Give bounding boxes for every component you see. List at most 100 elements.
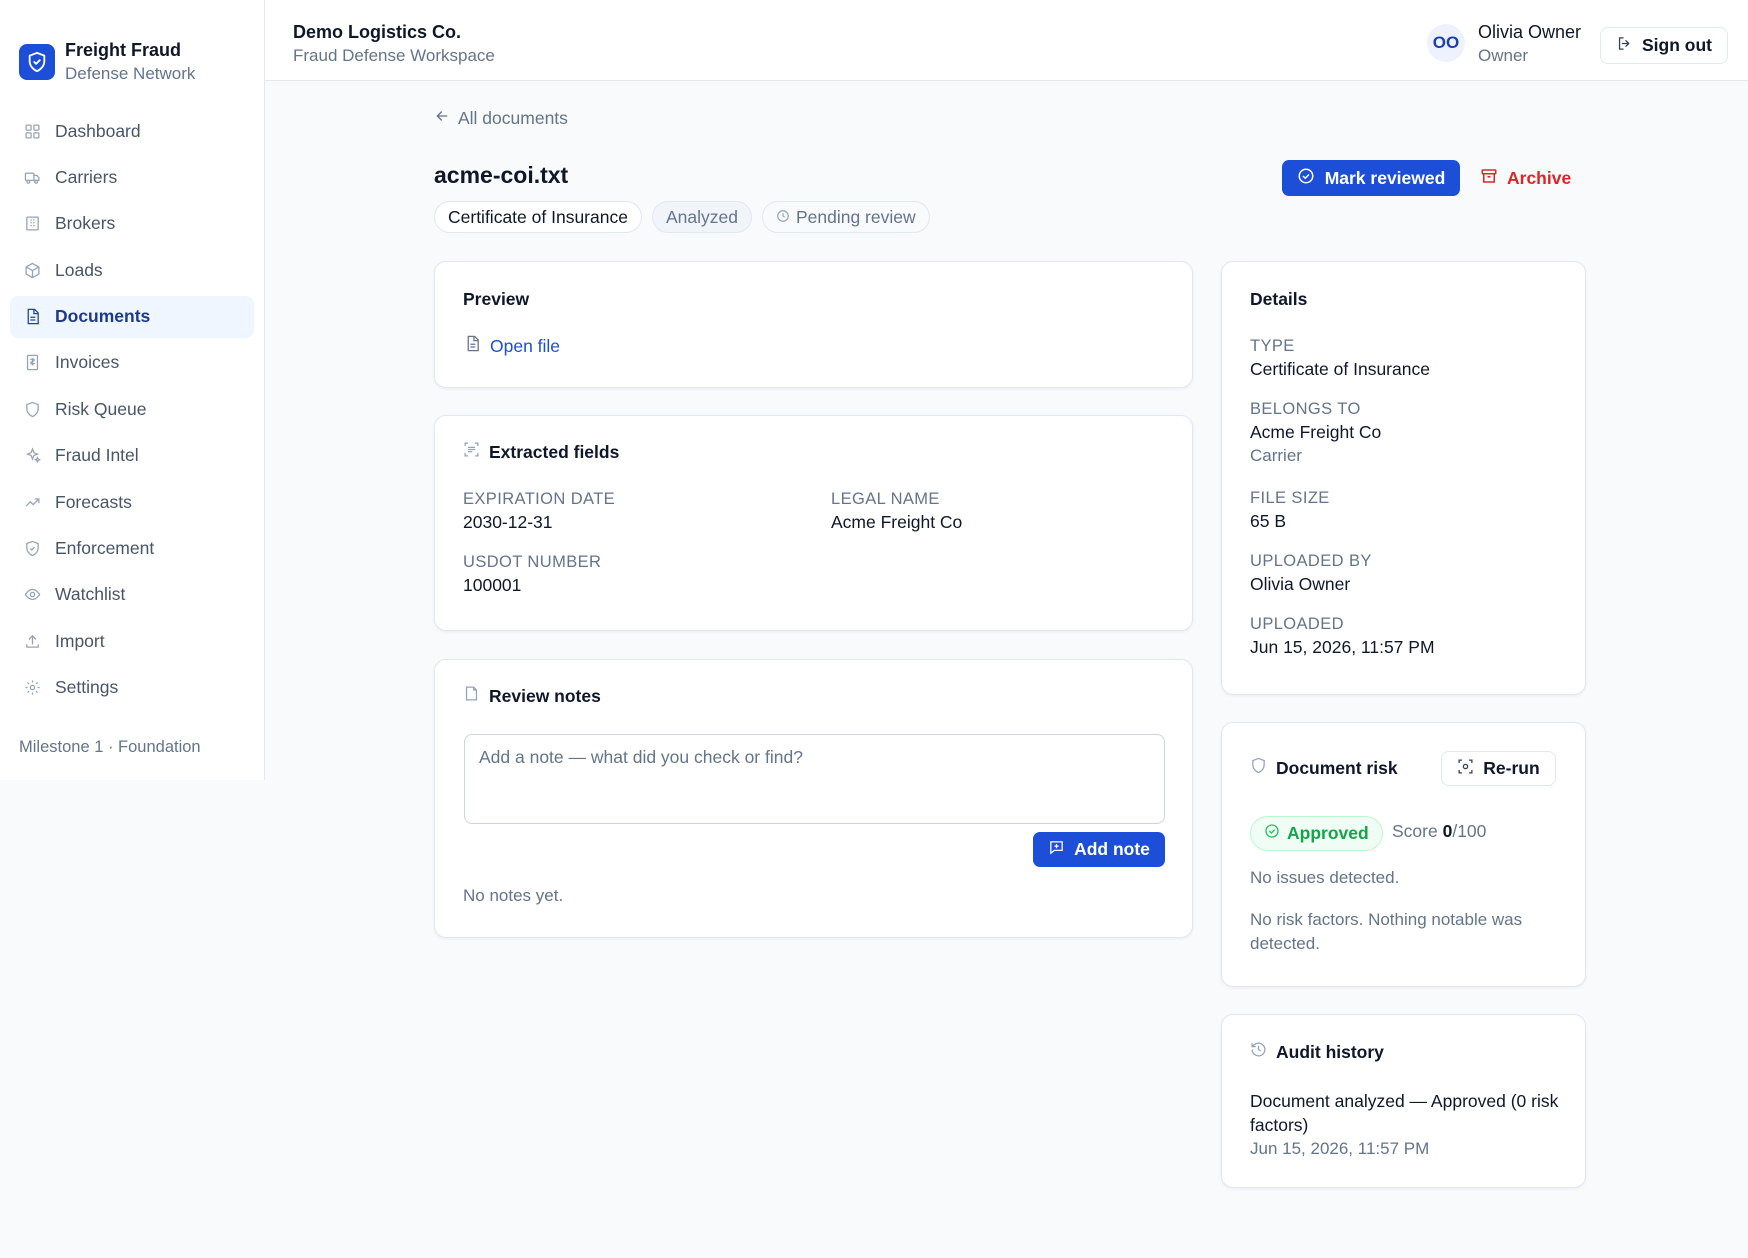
note-icon [463, 685, 480, 707]
sidebar-item-brokers[interactable]: Brokers [10, 203, 254, 245]
invoice-icon [23, 354, 41, 372]
risk-title: Document risk [1276, 757, 1398, 778]
log-out-icon [1616, 35, 1633, 57]
message-plus-icon [1048, 839, 1065, 861]
sidebar-item-label: Loads [55, 259, 103, 280]
note-input[interactable] [464, 734, 1165, 824]
mark-reviewed-label: Mark reviewed [1324, 167, 1446, 188]
brand-subtitle: Defense Network [65, 64, 196, 83]
file-icon [464, 335, 481, 357]
back-link[interactable]: All documents [434, 108, 568, 129]
detail-value-link[interactable]: Acme Freight Co [1250, 420, 1381, 444]
add-note-label: Add note [1074, 839, 1150, 859]
review-badge-label: Pending review [795, 206, 916, 227]
shield-check-icon [23, 540, 41, 558]
re-run-label: Re-run [1483, 758, 1540, 778]
sidebar-item-enforcement[interactable]: Enforcement [10, 528, 254, 570]
org-info: Demo Logistics Co. Fraud Defense Workspa… [293, 20, 495, 68]
review-notes-card: Review notes Add note No notes yet. [434, 659, 1193, 938]
grid-icon [23, 122, 41, 140]
sidebar-item-import[interactable]: Import [10, 620, 254, 662]
document-risk-card: Document risk Re-run Approved Score 0/10… [1221, 722, 1586, 987]
field-value: 2030-12-31 [463, 512, 553, 532]
brand-title: Freight Fraud [65, 40, 181, 60]
top-header: Demo Logistics Co. Fraud Defense Workspa… [265, 0, 1748, 81]
trending-up-icon [23, 493, 41, 511]
sidebar-item-label: Forecasts [55, 491, 132, 512]
app-root: Freight Fraud Defense Network Dashboard … [0, 0, 1748, 1258]
field-legal-name: LEGAL NAME Acme Freight Co [831, 488, 962, 534]
back-label: All documents [458, 108, 568, 128]
sidebar-item-label: Import [55, 630, 105, 651]
brand[interactable]: Freight Fraud Defense Network [0, 0, 264, 92]
sign-out-button[interactable]: Sign out [1600, 27, 1728, 64]
archive-label: Archive [1507, 167, 1572, 188]
approved-label: Approved [1287, 823, 1369, 843]
detail-label: BELONGS TO [1250, 400, 1361, 418]
sidebar: Freight Fraud Defense Network Dashboard … [0, 0, 265, 780]
package-icon [23, 261, 41, 279]
mark-reviewed-button[interactable]: Mark reviewed [1282, 160, 1460, 196]
user-role: Owner [1478, 46, 1529, 65]
sidebar-item-label: Dashboard [55, 120, 141, 141]
audit-entry: Document analyzed — Approved (0 risk fac… [1250, 1089, 1560, 1161]
sign-out-label: Sign out [1642, 35, 1712, 55]
sidebar-item-label: Documents [55, 306, 151, 327]
score-prefix: Score [1392, 821, 1438, 841]
field-label: LEGAL NAME [831, 490, 940, 508]
extracted-fields-card: Extracted fields EXPIRATION DATE 2030-12… [434, 415, 1193, 631]
org-name: Demo Logistics Co. [293, 22, 462, 42]
re-run-button[interactable]: Re-run [1441, 751, 1556, 786]
add-note-button[interactable]: Add note [1033, 832, 1165, 867]
detail-file-size: FILE SIZE 65 B [1250, 487, 1330, 533]
score-value: 0 [1442, 821, 1453, 841]
notes-title: Review notes [489, 685, 601, 706]
detail-label: UPLOADED [1250, 615, 1344, 633]
sidebar-item-fraud-intel[interactable]: Fraud Intel [10, 435, 254, 477]
sidebar-item-watchlist[interactable]: Watchlist [10, 574, 254, 616]
detail-value: Jun 15, 2026, 11:57 PM [1250, 637, 1435, 657]
review-badge: Pending review [761, 201, 930, 233]
sidebar-item-dashboard[interactable]: Dashboard [10, 110, 254, 152]
eye-icon [23, 586, 41, 604]
document-icon [23, 308, 41, 326]
risk-score: Score 0/100 [1392, 821, 1486, 842]
avatar[interactable]: OO [1427, 24, 1465, 62]
extracted-title: Extracted fields [489, 441, 620, 462]
sidebar-item-documents[interactable]: Documents [10, 295, 254, 338]
sidebar-item-risk-queue[interactable]: Risk Queue [10, 388, 254, 430]
audit-entry-time: Jun 15, 2026, 11:57 PM [1250, 1139, 1430, 1158]
scan-icon [463, 441, 480, 463]
open-file-label: Open file [490, 335, 561, 356]
sidebar-item-invoices[interactable]: Invoices [10, 342, 254, 384]
sidebar-nav: Dashboard Carriers Brokers Loads Documen… [0, 110, 264, 709]
sidebar-item-forecasts[interactable]: Forecasts [10, 481, 254, 523]
sidebar-item-settings[interactable]: Settings [10, 667, 254, 709]
building-icon [23, 215, 41, 233]
sidebar-item-loads[interactable]: Loads [10, 249, 254, 291]
sidebar-item-label: Risk Queue [55, 398, 147, 419]
shield-icon [1250, 757, 1267, 779]
archive-button[interactable]: Archive [1480, 160, 1571, 196]
history-icon [1250, 1041, 1267, 1063]
details-title: Details [1250, 289, 1308, 309]
milestone-label: Milestone 1 · Foundation [19, 738, 201, 756]
extracted-title-row: Extracted fields [463, 441, 619, 463]
risk-issues: No issues detected. [1250, 868, 1400, 887]
sidebar-item-label: Carriers [55, 166, 118, 187]
preview-title: Preview [463, 289, 530, 309]
audit-title: Audit history [1276, 1041, 1384, 1062]
open-file-link[interactable]: Open file [464, 335, 560, 357]
upload-icon [23, 632, 41, 650]
field-label: EXPIRATION DATE [463, 490, 616, 508]
detail-value: 65 B [1250, 511, 1286, 531]
user-info: Olivia Owner Owner [1478, 20, 1581, 68]
user-name: Olivia Owner [1478, 22, 1582, 42]
sidebar-item-carriers[interactable]: Carriers [10, 156, 254, 198]
field-usdot-number: USDOT NUMBER 100001 [463, 551, 601, 597]
detail-value: Certificate of Insurance [1250, 359, 1430, 379]
field-expiration-date: EXPIRATION DATE 2030-12-31 [463, 488, 615, 534]
preview-card: Preview Open file [434, 261, 1193, 388]
field-label: USDOT NUMBER [463, 553, 602, 571]
notes-title-row: Review notes [463, 685, 601, 707]
